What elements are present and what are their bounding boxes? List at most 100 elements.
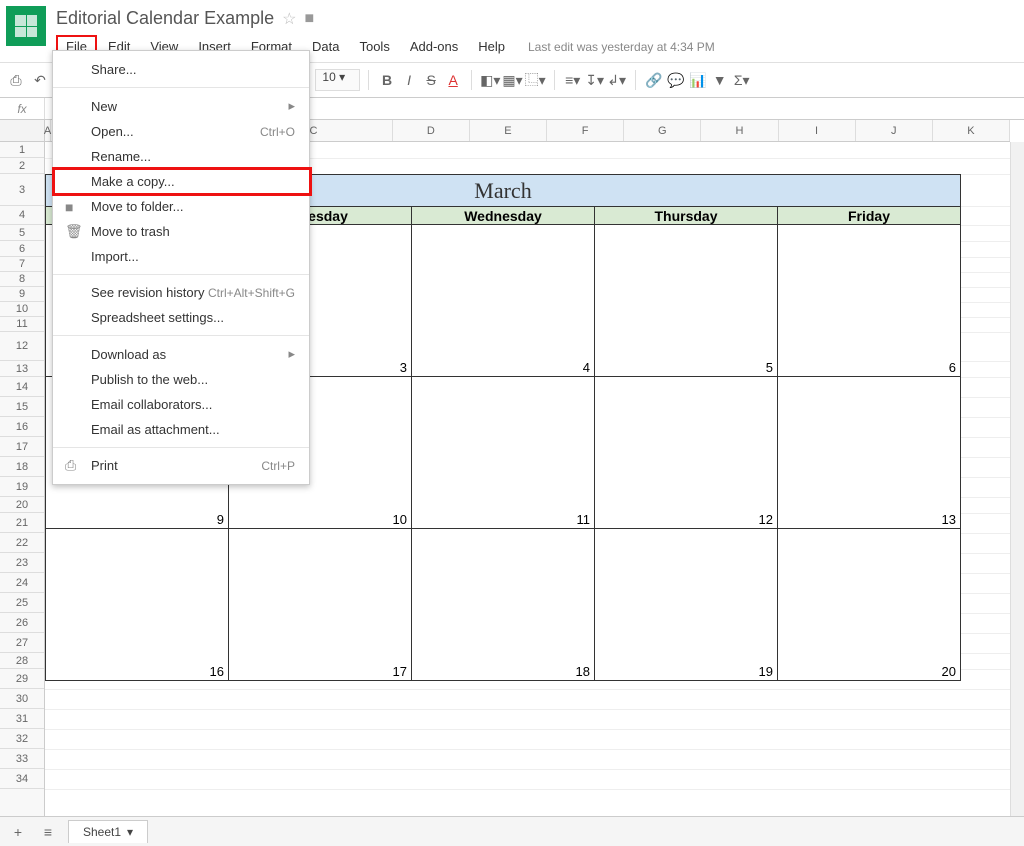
row-header[interactable]: 28 xyxy=(0,653,44,669)
calendar-cell[interactable]: 5 xyxy=(595,225,778,377)
row-header[interactable]: 6 xyxy=(0,241,44,257)
menu-move-trash[interactable]: 🗑Move to trash xyxy=(53,219,309,244)
sheets-logo[interactable] xyxy=(6,6,46,46)
italic-button[interactable]: I xyxy=(399,69,419,91)
row-header[interactable]: 29 xyxy=(0,669,44,689)
link-button[interactable]: 🔗 xyxy=(644,69,664,91)
menu-new[interactable]: New▸ xyxy=(53,93,309,119)
calendar-cell[interactable]: 16 xyxy=(46,529,229,681)
sheet-tab-sheet1[interactable]: Sheet1 ▾ xyxy=(68,820,148,843)
menu-print[interactable]: ⎙PrintCtrl+P xyxy=(53,453,309,478)
menu-make-copy[interactable]: Make a copy... xyxy=(53,169,309,194)
menu-email-attach[interactable]: Email as attachment... xyxy=(53,417,309,442)
row-header[interactable]: 10 xyxy=(0,302,44,317)
row-header[interactable]: 8 xyxy=(0,272,44,287)
menu-publish[interactable]: Publish to the web... xyxy=(53,367,309,392)
row-header[interactable]: 20 xyxy=(0,497,44,513)
undo-icon[interactable]: ↶ xyxy=(30,69,50,91)
row-header[interactable]: 32 xyxy=(0,729,44,749)
calendar-cell[interactable]: 12 xyxy=(595,377,778,529)
row-header[interactable]: 15 xyxy=(0,397,44,417)
filter-button[interactable]: ▼ xyxy=(710,69,730,91)
row-header[interactable]: 30 xyxy=(0,689,44,709)
strike-button[interactable]: S xyxy=(421,69,441,91)
h-align-button[interactable]: ≡▾ xyxy=(563,69,583,91)
row-header[interactable]: 4 xyxy=(0,206,44,225)
star-icon[interactable]: ☆ xyxy=(282,9,296,29)
menu-add-ons[interactable]: Add-ons xyxy=(401,35,467,58)
row-header[interactable]: 16 xyxy=(0,417,44,437)
calendar-cell[interactable]: 19 xyxy=(595,529,778,681)
all-sheets-button[interactable]: ≡ xyxy=(38,821,58,843)
row-header[interactable]: 21 xyxy=(0,513,44,533)
row-header[interactable]: 17 xyxy=(0,437,44,457)
row-header[interactable]: 33 xyxy=(0,749,44,769)
borders-button[interactable]: ▦▾ xyxy=(502,69,522,91)
menu-move-folder[interactable]: ■Move to folder... xyxy=(53,194,309,219)
row-header[interactable]: 24 xyxy=(0,573,44,593)
text-color-button[interactable]: A xyxy=(443,69,463,91)
row-header[interactable]: 3 xyxy=(0,174,44,206)
merge-button[interactable]: ⿺▾ xyxy=(525,69,546,91)
row-header[interactable]: 9 xyxy=(0,287,44,302)
row-header[interactable]: 23 xyxy=(0,553,44,573)
row-header[interactable]: 12 xyxy=(0,332,44,361)
row-header[interactable]: 22 xyxy=(0,533,44,553)
bold-button[interactable]: B xyxy=(377,69,397,91)
col-header[interactable]: G xyxy=(624,120,701,141)
last-edit-text[interactable]: Last edit was yesterday at 4:34 PM xyxy=(528,40,715,54)
row-header[interactable]: 25 xyxy=(0,593,44,613)
menu-rename[interactable]: Rename... xyxy=(53,144,309,169)
fill-color-button[interactable]: ◧▾ xyxy=(480,69,500,91)
doc-title[interactable]: Editorial Calendar Example xyxy=(56,8,274,29)
row-header[interactable]: 19 xyxy=(0,477,44,497)
row-header[interactable]: 7 xyxy=(0,257,44,272)
chart-button[interactable]: 📊 xyxy=(688,69,708,91)
select-all-corner[interactable] xyxy=(0,120,44,142)
col-header[interactable]: E xyxy=(470,120,547,141)
font-size-select[interactable]: 10 ▾ xyxy=(315,69,360,91)
add-sheet-button[interactable]: + xyxy=(8,821,28,843)
v-align-button[interactable]: ↧▾ xyxy=(585,69,605,91)
row-header[interactable]: 5 xyxy=(0,225,44,241)
calendar-cell[interactable]: 6 xyxy=(778,225,960,377)
menu-share[interactable]: Share... xyxy=(53,57,309,82)
calendar-cell[interactable]: 17 xyxy=(229,529,412,681)
col-header[interactable]: F xyxy=(547,120,624,141)
row-header[interactable]: 18 xyxy=(0,457,44,477)
col-header[interactable]: J xyxy=(856,120,933,141)
menu-import[interactable]: Import... xyxy=(53,244,309,269)
row-header[interactable]: 1 xyxy=(0,142,44,158)
folder-icon[interactable]: ■ xyxy=(304,10,314,28)
row-header[interactable]: 2 xyxy=(0,158,44,174)
row-header[interactable]: 11 xyxy=(0,317,44,332)
print-icon[interactable]: ⎙ xyxy=(6,69,26,91)
calendar-cell[interactable]: 13 xyxy=(778,377,960,529)
comment-button[interactable]: 💬 xyxy=(666,69,686,91)
menu-help[interactable]: Help xyxy=(469,35,514,58)
menu-download[interactable]: Download as▸ xyxy=(53,341,309,367)
calendar-cell[interactable]: 4 xyxy=(412,225,595,377)
row-header[interactable]: 34 xyxy=(0,769,44,789)
calendar-cell[interactable]: 11 xyxy=(412,377,595,529)
wrap-button[interactable]: ↲▾ xyxy=(607,69,627,91)
row-header[interactable]: 31 xyxy=(0,709,44,729)
col-header[interactable]: H xyxy=(701,120,778,141)
day-thursday: Thursday xyxy=(595,207,778,224)
calendar-cell[interactable]: 18 xyxy=(412,529,595,681)
row-header[interactable]: 26 xyxy=(0,613,44,633)
menu-email-collab[interactable]: Email collaborators... xyxy=(53,392,309,417)
calendar-cell[interactable]: 20 xyxy=(778,529,960,681)
col-header[interactable]: D xyxy=(393,120,470,141)
functions-button[interactable]: Σ▾ xyxy=(732,69,752,91)
menu-settings[interactable]: Spreadsheet settings... xyxy=(53,305,309,330)
row-header[interactable]: 14 xyxy=(0,377,44,397)
menu-open[interactable]: Open...Ctrl+O xyxy=(53,119,309,144)
col-header[interactable]: I xyxy=(779,120,856,141)
vertical-scrollbar[interactable] xyxy=(1010,142,1024,816)
menu-revision[interactable]: See revision historyCtrl+Alt+Shift+G xyxy=(53,280,309,305)
col-header[interactable]: K xyxy=(933,120,1010,141)
row-header[interactable]: 13 xyxy=(0,361,44,377)
menu-tools[interactable]: Tools xyxy=(350,35,398,58)
row-header[interactable]: 27 xyxy=(0,633,44,653)
